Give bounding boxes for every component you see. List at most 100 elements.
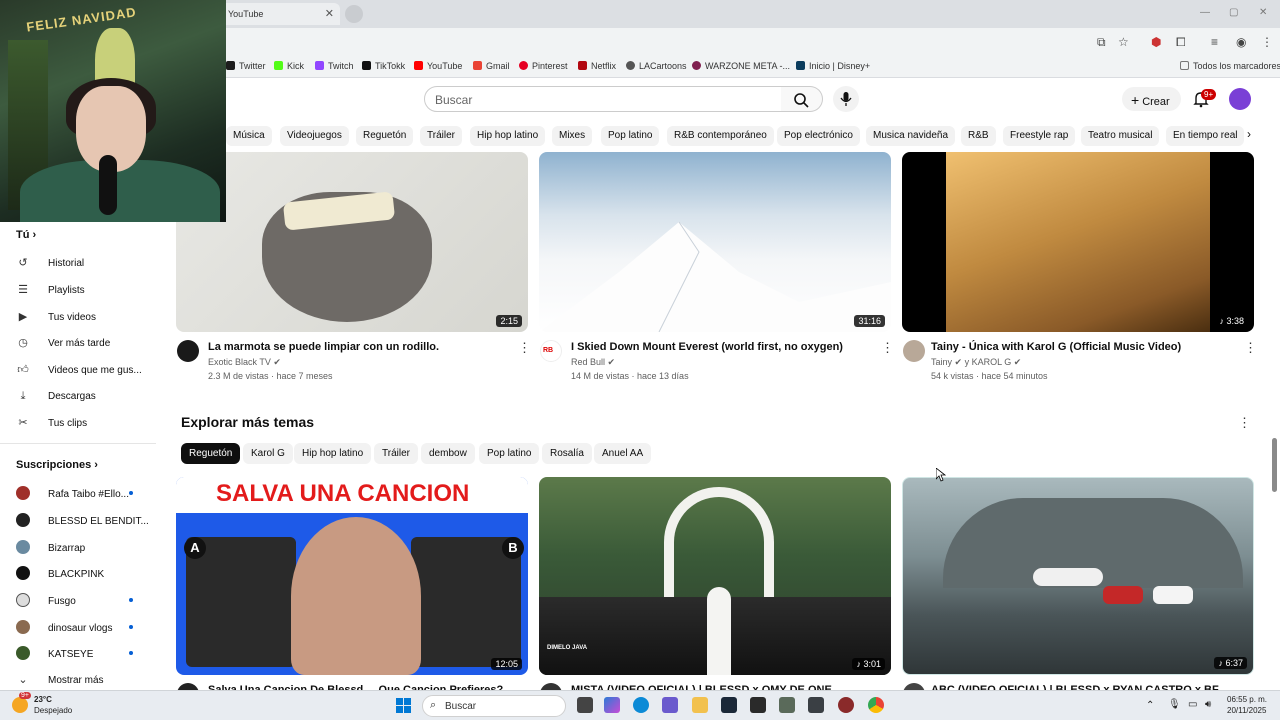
bookmark-youtube[interactable]: YouTube bbox=[414, 61, 462, 71]
topic-chip[interactable]: Tráiler bbox=[374, 443, 418, 464]
video-thumbnail[interactable]: ♪ 3:38 bbox=[902, 152, 1254, 332]
subscription-item[interactable]: KATSEYE bbox=[16, 646, 93, 660]
channel-name[interactable]: Tainy ✔ y KAROL G ✔ bbox=[931, 357, 1021, 368]
chevron-right-icon[interactable]: › bbox=[1247, 127, 1251, 141]
avatar[interactable] bbox=[1229, 88, 1251, 110]
voice-search-button[interactable] bbox=[833, 86, 859, 112]
epic-games-icon[interactable] bbox=[750, 697, 766, 713]
search-button[interactable] bbox=[781, 86, 823, 112]
minimize-icon[interactable]: — bbox=[1200, 7, 1210, 18]
channel-avatar[interactable]: RB bbox=[540, 340, 562, 362]
category-chip[interactable]: Tráiler bbox=[420, 126, 462, 146]
category-chip[interactable]: Hip hop latino bbox=[470, 126, 546, 146]
discord-icon[interactable] bbox=[808, 697, 824, 713]
topic-chip[interactable]: Anuel AA bbox=[594, 443, 652, 464]
windows-start-icon[interactable] bbox=[396, 698, 412, 714]
weather-icon[interactable] bbox=[12, 697, 28, 713]
video-thumbnail[interactable]: 31:16 bbox=[539, 152, 891, 332]
video-thumbnail[interactable]: ♪ 6:37 bbox=[902, 477, 1254, 675]
subscription-item[interactable]: Fusgo bbox=[16, 593, 76, 607]
subscription-item[interactable]: BLESSD EL BENDIT... bbox=[16, 513, 149, 527]
subscription-item[interactable]: Bizarrap bbox=[16, 540, 85, 554]
topic-chip[interactable]: Reguetón bbox=[181, 443, 241, 464]
channel-avatar[interactable] bbox=[177, 340, 199, 362]
category-chip[interactable]: Pop electrónico bbox=[777, 126, 860, 146]
bookmark-lacartoons[interactable]: LACartoons bbox=[626, 61, 687, 71]
more-options-icon[interactable]: ⋮ bbox=[1238, 415, 1251, 431]
topic-chip[interactable]: dembow bbox=[421, 443, 475, 464]
edge-icon[interactable] bbox=[633, 697, 649, 713]
steam-icon[interactable] bbox=[721, 697, 737, 713]
network-icon[interactable]: ▭ bbox=[1188, 699, 1197, 710]
sidebar-item-clips[interactable]: ✂ Tus clips bbox=[16, 416, 87, 429]
app-icon[interactable] bbox=[838, 697, 854, 713]
close-window-icon[interactable]: ✕ bbox=[1259, 7, 1267, 18]
bookmark-twitch[interactable]: Twitch bbox=[315, 61, 354, 71]
you-section-header[interactable]: Tú › bbox=[16, 229, 36, 241]
bookmark-disney[interactable]: Inicio | Disney+ bbox=[796, 61, 870, 71]
more-options-icon[interactable]: ⋮ bbox=[518, 340, 531, 356]
topic-chip[interactable]: Pop latino bbox=[479, 443, 540, 464]
bookmark-gmail[interactable]: Gmail bbox=[473, 61, 510, 71]
video-thumbnail[interactable]: 2:15 bbox=[176, 152, 528, 332]
topic-chip[interactable]: Hip hop latino bbox=[294, 443, 372, 464]
category-chip[interactable]: R&B bbox=[961, 126, 996, 146]
sidebar-item-watch-later[interactable]: ◷ Ver más tarde bbox=[16, 336, 110, 349]
bookmark-tiktok[interactable]: TikTokk bbox=[362, 61, 405, 71]
star-icon[interactable]: ☆ bbox=[1118, 35, 1129, 49]
category-chip[interactable]: Videojuegos bbox=[280, 126, 349, 146]
subscriptions-header[interactable]: Suscripciones › bbox=[16, 459, 98, 471]
video-title[interactable]: I Skied Down Mount Everest (world first,… bbox=[571, 341, 843, 353]
task-view-icon[interactable] bbox=[577, 697, 593, 713]
topic-chip[interactable]: Rosalía bbox=[542, 443, 592, 464]
category-chip[interactable]: Freestyle rap bbox=[1003, 126, 1076, 146]
sidebar-item-historial[interactable]: ↺ Historial bbox=[16, 256, 84, 269]
copilot-icon[interactable] bbox=[604, 697, 620, 713]
subscription-item[interactable]: BLACKPINK bbox=[16, 566, 104, 580]
teams-icon[interactable] bbox=[662, 697, 678, 713]
extension-icon[interactable]: ⬢ bbox=[1151, 35, 1161, 49]
chevron-up-icon[interactable]: ⌃ bbox=[1146, 700, 1154, 711]
media-icon[interactable]: ≡ bbox=[1211, 35, 1218, 49]
mic-icon[interactable]: 🎙︎ bbox=[1168, 699, 1181, 710]
close-tab-icon[interactable]: ✕ bbox=[325, 7, 334, 20]
video-title[interactable]: La marmota se puede limpiar con un rodil… bbox=[208, 341, 439, 353]
volume-icon[interactable]: 🔊︎ bbox=[1205, 699, 1211, 710]
topic-chip[interactable]: Karol G bbox=[243, 443, 293, 464]
channel-name[interactable]: Red Bull ✔ bbox=[571, 357, 615, 368]
category-chip[interactable]: Musica navideña bbox=[866, 126, 956, 146]
search-input[interactable]: Buscar bbox=[424, 86, 782, 112]
more-options-icon[interactable]: ⋮ bbox=[1244, 340, 1257, 356]
create-button[interactable]: + Crear bbox=[1122, 87, 1181, 111]
bookmark-pinterest[interactable]: Pinterest bbox=[519, 61, 568, 71]
sidebar-item-your-videos[interactable]: ▶ Tus videos bbox=[16, 310, 96, 323]
puzzle-icon[interactable]: ⧠ bbox=[1176, 35, 1186, 50]
category-chip[interactable]: R&B contemporáneo bbox=[667, 126, 774, 146]
maximize-icon[interactable]: ▢ bbox=[1229, 7, 1238, 18]
category-chip[interactable]: Mixes bbox=[552, 126, 593, 146]
subscription-item[interactable]: dinosaur vlogs bbox=[16, 620, 112, 634]
category-chip[interactable]: Música bbox=[226, 126, 272, 146]
channel-name[interactable]: Exotic Black TV ✔ bbox=[208, 357, 281, 368]
browser-tab[interactable]: YouTube ✕ bbox=[218, 3, 340, 25]
channel-avatar[interactable] bbox=[903, 340, 925, 362]
bookmark-twitter[interactable]: Twitter bbox=[226, 61, 266, 71]
sidebar-item-playlists[interactable]: ☰ Playlists bbox=[16, 283, 85, 296]
video-thumbnail[interactable]: SALVA UNA CANCION A B 12:05 bbox=[176, 477, 528, 675]
category-chip[interactable]: Reguetón bbox=[356, 126, 414, 146]
file-explorer-icon[interactable] bbox=[692, 697, 708, 713]
category-chip[interactable]: Pop latino bbox=[601, 126, 660, 146]
bookmark-warzone[interactable]: WARZONE META -... bbox=[692, 61, 790, 71]
category-chip[interactable]: En tiempo real bbox=[1166, 126, 1245, 146]
xbox-icon[interactable] bbox=[779, 697, 795, 713]
new-tab-button[interactable] bbox=[345, 5, 363, 23]
chrome-icon[interactable] bbox=[868, 697, 884, 713]
install-icon[interactable]: ⧉ bbox=[1097, 35, 1106, 50]
subscription-item[interactable]: Rafa Taibo #Ello... bbox=[16, 486, 129, 500]
menu-icon[interactable]: ⋮ bbox=[1261, 35, 1273, 49]
all-bookmarks[interactable]: Todos los marcadores bbox=[1180, 61, 1280, 71]
category-chip[interactable]: Teatro musical bbox=[1081, 126, 1160, 146]
sidebar-item-liked-videos[interactable]: 👍︎ Videos que me gus... bbox=[16, 363, 142, 376]
profile-icon[interactable]: ◉ bbox=[1236, 35, 1246, 49]
sidebar-item-downloads[interactable]: ⤓ Descargas bbox=[16, 390, 96, 403]
